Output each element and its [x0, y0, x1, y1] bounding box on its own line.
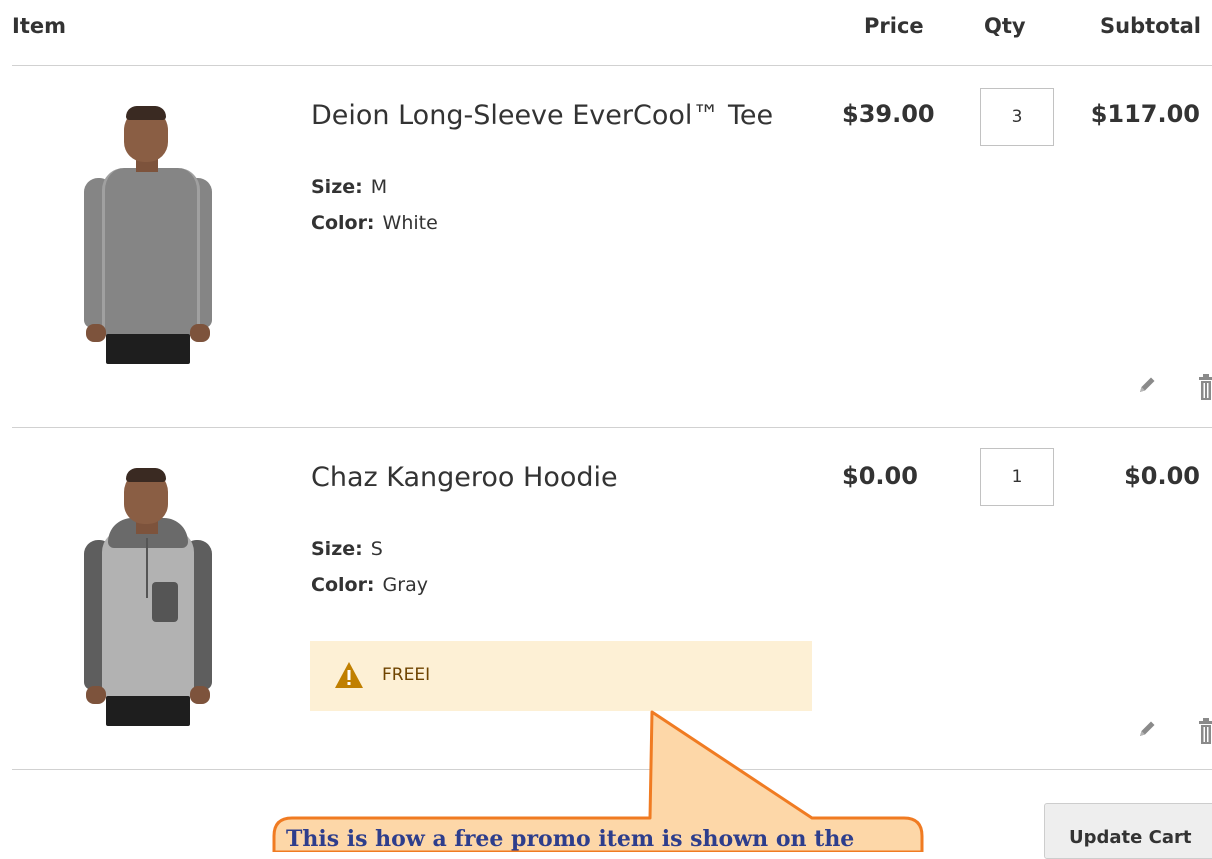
product-name-link[interactable]: Chaz Kangeroo Hoodie: [311, 462, 618, 493]
column-header-subtotal: Subtotal: [1100, 14, 1201, 38]
qty-input[interactable]: [980, 448, 1054, 506]
callout-text: This is how a free promo item is shown o…: [286, 826, 855, 852]
option-size-value: S: [370, 538, 383, 560]
option-size-label: Size:: [311, 538, 363, 560]
column-header-item: Item: [12, 14, 66, 38]
divider: [12, 769, 1212, 770]
option-color-label: Color:: [311, 212, 375, 234]
option-color-label: Color:: [311, 574, 375, 596]
option-color: Color: Gray: [311, 574, 428, 596]
update-cart-button[interactable]: Update Cart: [1044, 803, 1212, 859]
option-color-value: Gray: [382, 574, 428, 596]
option-size: Size: M: [311, 176, 387, 198]
promo-message-text: FREEI: [382, 665, 431, 685]
item-price: $39.00: [842, 100, 935, 128]
shopping-cart-table: Item Price Qty Subtotal Deion Long-Sleev…: [0, 0, 1212, 859]
item-price: $0.00: [842, 462, 918, 490]
divider: [12, 427, 1212, 428]
product-name-link[interactable]: Deion Long-Sleeve EverCool™ Tee: [311, 100, 773, 131]
promo-message: FREEI: [310, 641, 812, 711]
option-size-value: M: [370, 176, 388, 198]
item-subtotal: $0.00: [1124, 462, 1200, 490]
option-color-value: White: [382, 212, 438, 234]
option-size-label: Size:: [311, 176, 363, 198]
warning-icon: [335, 662, 363, 688]
option-size: Size: S: [311, 538, 383, 560]
pencil-icon[interactable]: [1136, 374, 1158, 396]
product-image-tee[interactable]: [58, 100, 238, 370]
trash-icon[interactable]: [1198, 716, 1212, 746]
product-image-hoodie[interactable]: [58, 462, 238, 732]
divider: [12, 65, 1212, 66]
trash-icon[interactable]: [1198, 372, 1212, 402]
qty-input[interactable]: [980, 88, 1054, 146]
pencil-icon[interactable]: [1136, 718, 1158, 740]
column-header-qty: Qty: [984, 14, 1026, 38]
item-subtotal: $117.00: [1090, 100, 1200, 128]
option-color: Color: White: [311, 212, 438, 234]
column-header-price: Price: [864, 14, 924, 38]
